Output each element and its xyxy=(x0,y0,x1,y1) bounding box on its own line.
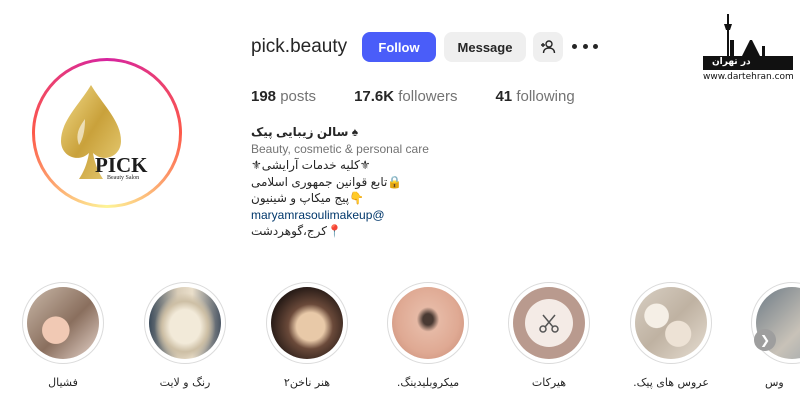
profile-bio: سالن زیبایی پیک ♠ Beauty, cosmetic & per… xyxy=(251,124,491,240)
watermark-site: www.dartehran.com xyxy=(703,72,794,82)
highlight-label: فشیال xyxy=(48,376,78,389)
bio-line-rules: تابع قوانین جمهوری اسلامی🔒 xyxy=(251,174,403,189)
highlight-item[interactable]: .عروس های پیک xyxy=(630,282,712,389)
bio-category: Beauty, cosmetic & personal care xyxy=(251,141,429,156)
bio-location: کرج،گوهردشت📍 xyxy=(251,224,342,238)
add-user-icon xyxy=(541,40,556,54)
highlight-cover-image xyxy=(27,287,99,359)
more-options-button[interactable] xyxy=(572,36,598,56)
more-icon xyxy=(572,43,577,49)
highlight-item[interactable]: .میکروبلیدینگ xyxy=(387,282,469,389)
highlight-label: رنگ و لایت xyxy=(159,376,211,389)
message-button[interactable]: Message xyxy=(444,32,526,62)
story-highlights: فشیال رنگ و لایت هنر ناخن۲ .میکروبلیدینگ xyxy=(0,282,800,412)
bio-line-services: ⚜کلیه خدمات آرایشی⚜ xyxy=(251,158,371,172)
highlight-item[interactable]: هنر ناخن۲ xyxy=(266,282,348,389)
watermark-brand: در تهران xyxy=(712,57,751,67)
posts-stat: 198 posts xyxy=(251,88,317,105)
bio-name: سالن زیبایی پیک ♠ xyxy=(251,125,359,139)
scissors-comb-icon xyxy=(539,314,559,333)
highlight-label: وس xyxy=(765,376,784,389)
logo-subtext: Beauty Salon xyxy=(107,175,140,181)
highlight-cover-image xyxy=(635,287,707,359)
highlight-label: هنر ناخن۲ xyxy=(283,376,331,389)
highlight-label: هیرکات xyxy=(531,376,567,389)
highlights-next-button[interactable]: ❯ xyxy=(754,329,776,351)
suggest-users-button[interactable] xyxy=(533,32,563,62)
highlight-cover-image xyxy=(271,287,343,359)
bio-line-page: پیج میکاپ و شینیون👇 xyxy=(251,191,365,205)
highlight-item[interactable]: فشیال xyxy=(22,282,104,389)
chevron-right-icon: ❯ xyxy=(759,333,771,347)
profile-stats: 198 posts 17.6K followers 41 following xyxy=(251,88,613,105)
following-stat[interactable]: 41 following xyxy=(495,88,574,105)
followers-stat[interactable]: 17.6K followers xyxy=(354,88,457,105)
follow-button[interactable]: Follow xyxy=(362,32,436,62)
highlight-cover-image xyxy=(513,287,585,359)
highlight-item[interactable]: هیرکات xyxy=(508,282,590,389)
highlight-cover-image xyxy=(392,287,464,359)
profile-avatar[interactable]: PICK Beauty Salon xyxy=(32,58,182,208)
profile-username: pick.beauty xyxy=(251,36,348,57)
highlight-item[interactable]: رنگ و لایت xyxy=(144,282,226,389)
highlight-cover-image xyxy=(149,287,221,359)
bio-mention-link[interactable]: maryamrasoulimakeup@ xyxy=(251,207,491,224)
highlight-label: .میکروبلیدینگ xyxy=(396,376,460,389)
highlight-label: .عروس های پیک xyxy=(633,376,709,389)
